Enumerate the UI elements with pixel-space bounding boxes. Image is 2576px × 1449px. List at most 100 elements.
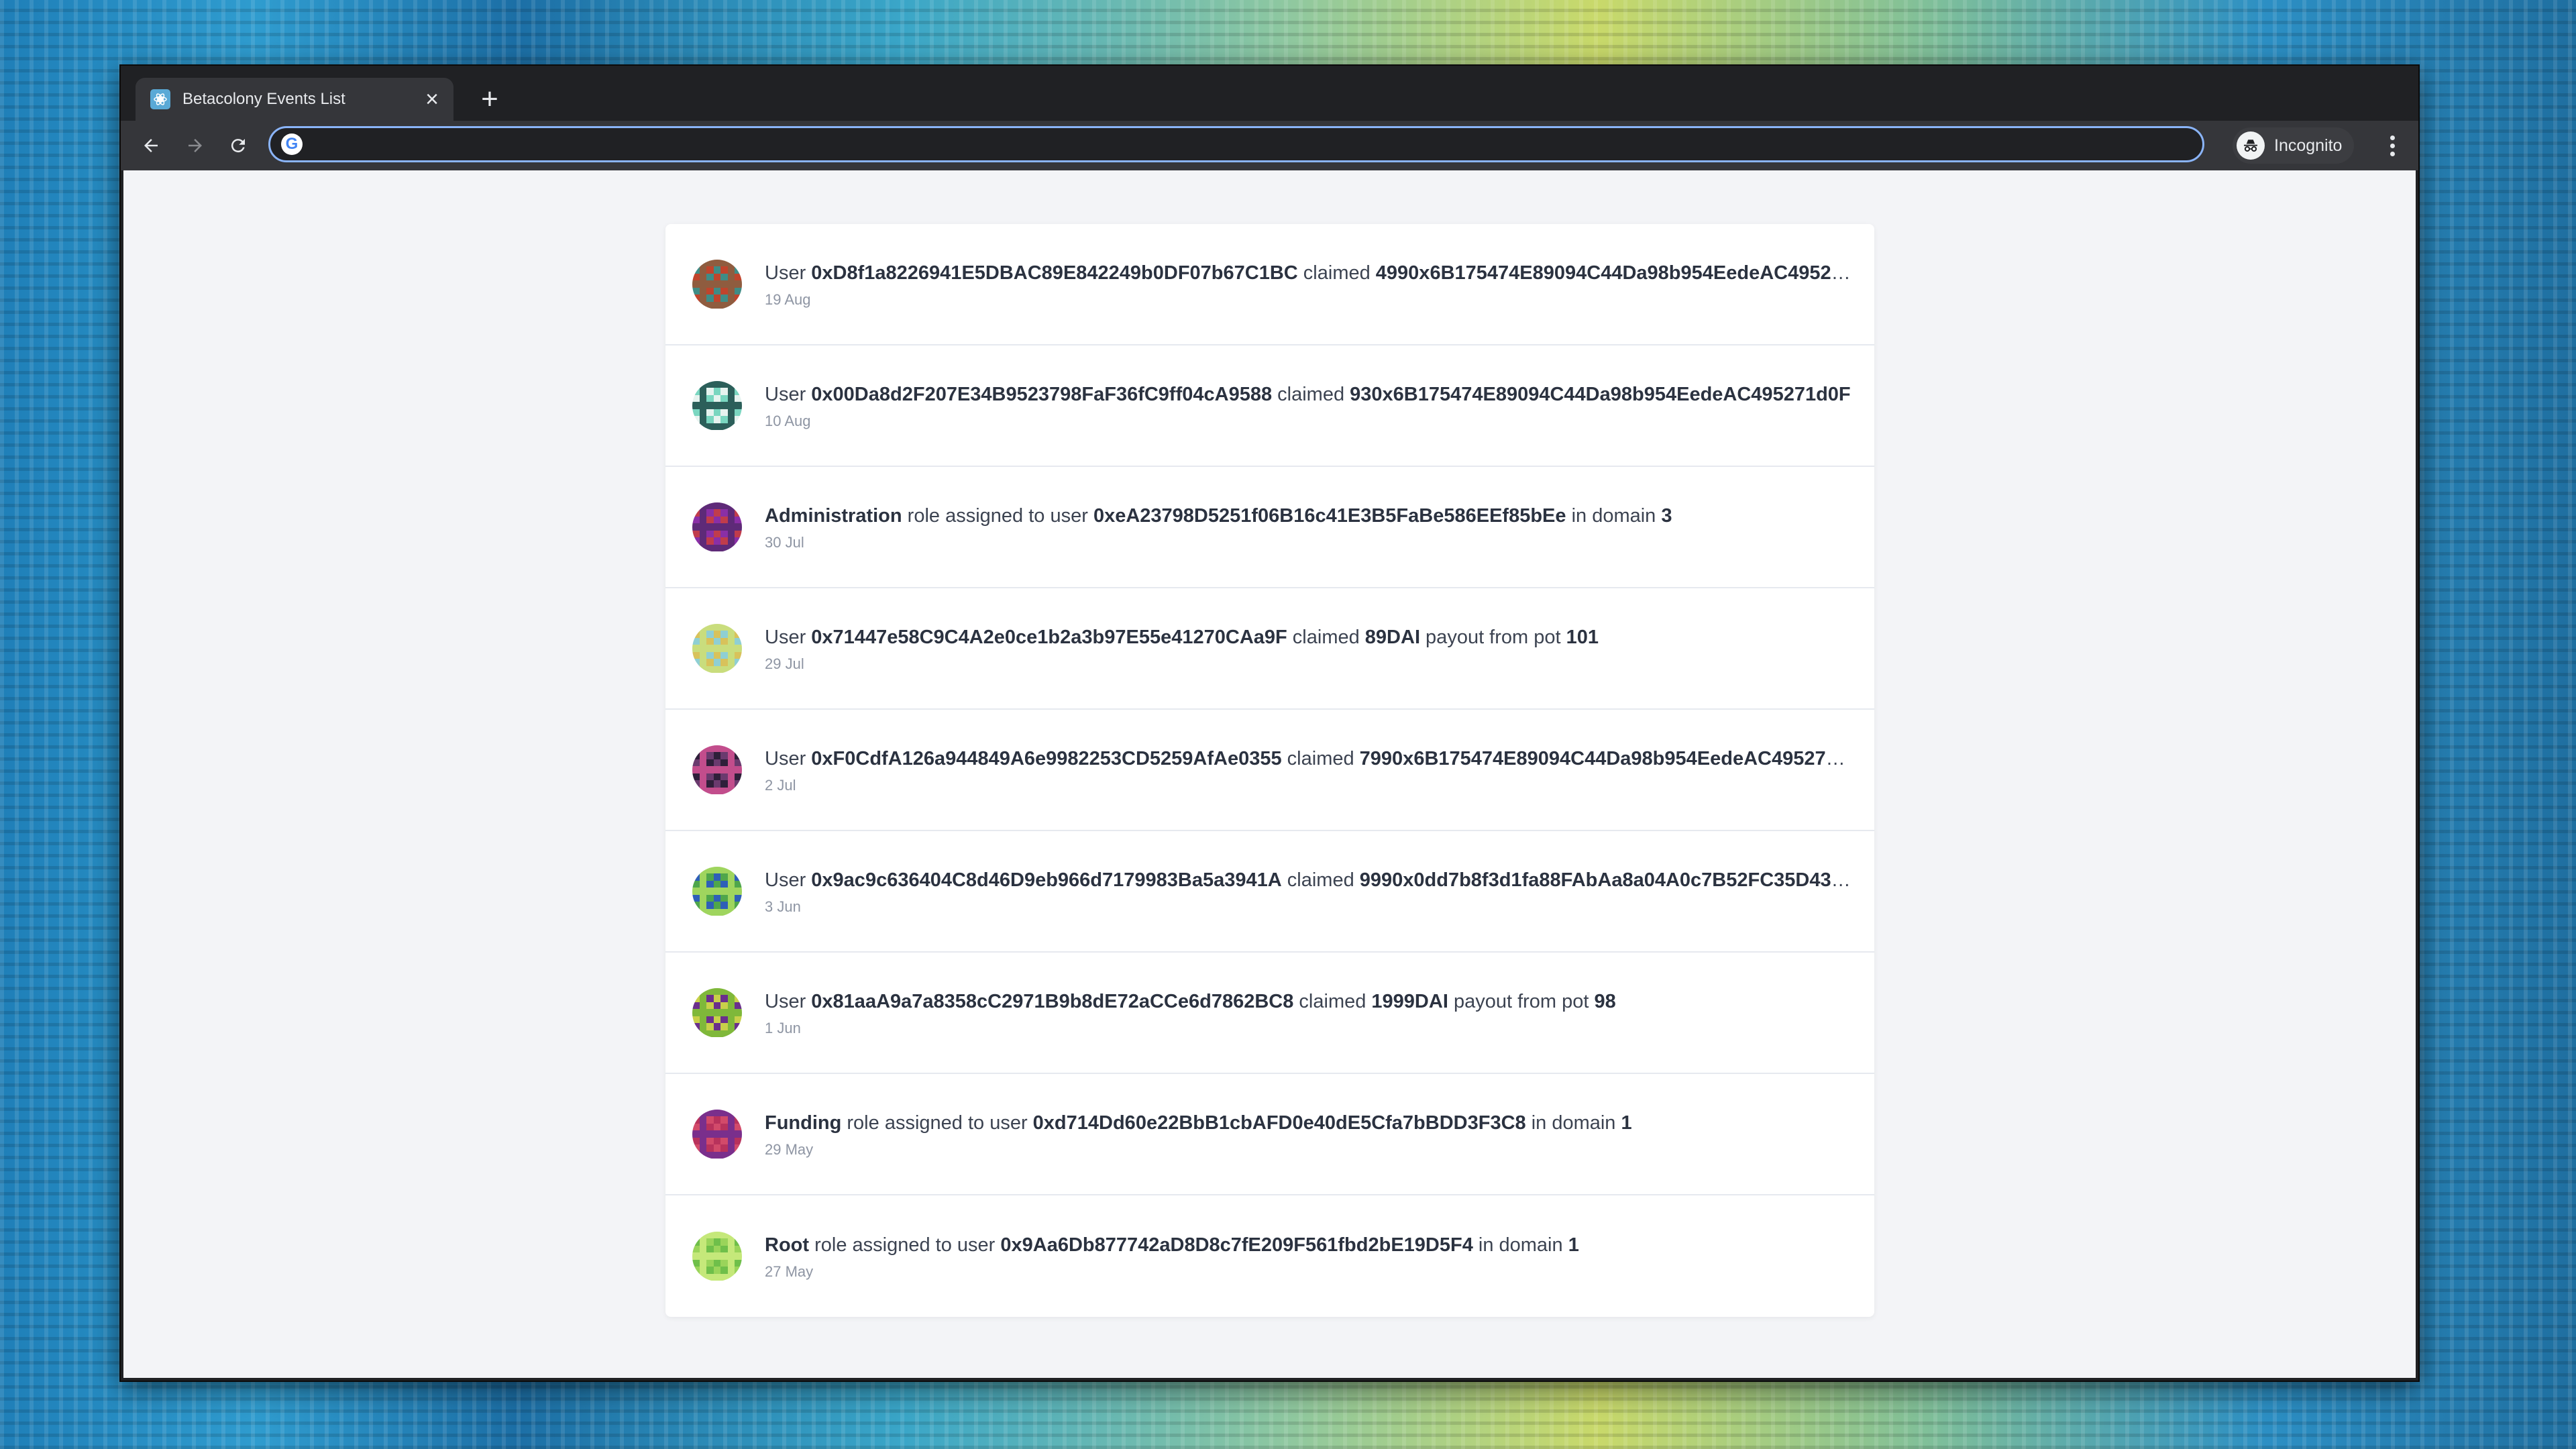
event-highlight: 1 [1568, 1234, 1579, 1256]
event-highlight: 0xD8f1a8226941E5DBAC89E842249b0DF07b67C1… [811, 262, 1298, 284]
user-avatar[interactable] [692, 866, 742, 916]
incognito-label: Incognito [2274, 136, 2343, 155]
event-highlight: 0x71447e58C9C4A2e0ce1b2a3b97E55e41270CAa… [811, 626, 1287, 648]
event-body: User 0xD8f1a8226941E5DBAC89E842249b0DF07… [765, 260, 1851, 309]
event-highlight: 0x81aaA9a7a8358cC2971B9b8dE72aCCe6d7862B… [811, 990, 1294, 1012]
event-body: Root role assigned to user 0x9Aa6Db87774… [765, 1232, 1851, 1281]
event-body: Administration role assigned to user 0xe… [765, 503, 1851, 551]
event-text-fragment: User [765, 990, 812, 1012]
event-text-fragment: in domain [1472, 1234, 1568, 1256]
event-text-fragment: role assigned to user [841, 1112, 1033, 1134]
event-description: User 0xF0CdfA126a944849A6e9982253CD5259A… [765, 746, 1851, 771]
user-avatar[interactable] [692, 987, 742, 1038]
event-highlight: Funding [765, 1112, 842, 1134]
event-highlight: 4990x6B175474E89094C44Da98b954EedeAC4952… [1375, 262, 1851, 284]
event-date: 3 Jun [765, 898, 801, 915]
event-text-fragment: claimed [1287, 626, 1365, 648]
event-highlight: 0x00Da8d2F207E34B9523798FaF36fC9ff04cA95… [811, 383, 1273, 405]
event-text-fragment: claimed [1297, 262, 1376, 284]
event-description: User 0x9ac9c636404C8d46D9eb966d7179983Ba… [765, 867, 1851, 893]
event-highlight: 0xd714Dd60e22BbB1cbAFD0e40dE5Cfa7bBDD3F3… [1032, 1112, 1526, 1134]
event-item: User 0x00Da8d2F207E34B9523798FaF36fC9ff0… [665, 345, 1874, 467]
event-text-fragment: in domain [1525, 1112, 1621, 1134]
event-text-fragment: role assigned to user [809, 1234, 1001, 1256]
event-text-fragment: claimed [1272, 383, 1350, 405]
event-description: Funding role assigned to user 0xd714Dd60… [765, 1110, 1851, 1136]
event-highlight: 930x6B175474E89094C44Da98b954EedeAC49527… [1350, 383, 1851, 405]
event-highlight: 3 [1661, 504, 1672, 527]
event-description: User 0x00Da8d2F207E34B9523798FaF36fC9ff0… [765, 382, 1851, 407]
user-avatar[interactable] [692, 745, 742, 795]
event-highlight: 0xF0CdfA126a944849A6e9982253CD5259AfAe03… [811, 747, 1282, 769]
event-highlight: 0x9ac9c636404C8d46D9eb966d7179983Ba5a394… [811, 869, 1282, 891]
user-avatar[interactable] [692, 380, 742, 431]
event-text-fragment: payout from pot [1448, 990, 1595, 1012]
event-highlight: 0x9Aa6Db877742aD8D8c7fE209F561fbd2bE19D5… [1000, 1234, 1473, 1256]
event-highlight: 98 [1594, 990, 1616, 1012]
back-button[interactable] [133, 127, 169, 164]
event-description: User 0x71447e58C9C4A2e0ce1b2a3b97E55e412… [765, 625, 1851, 650]
menu-dot-icon [2390, 135, 2395, 140]
browser-menu-button[interactable] [2379, 127, 2406, 164]
user-avatar[interactable] [692, 502, 742, 552]
close-tab-icon[interactable]: × [419, 88, 445, 111]
event-date: 27 May [765, 1263, 814, 1280]
event-text-fragment: User [765, 383, 812, 405]
event-body: User 0x81aaA9a7a8358cC2971B9b8dE72aCCe6d… [765, 989, 1851, 1037]
event-date: 1 Jun [765, 1019, 801, 1036]
favicon-icon [150, 89, 170, 109]
event-description: Root role assigned to user 0x9Aa6Db87774… [765, 1232, 1851, 1258]
incognito-icon [2237, 131, 2265, 160]
event-date: 30 Jul [765, 533, 804, 551]
event-item: Administration role assigned to user 0xe… [665, 467, 1874, 588]
event-item: User 0x81aaA9a7a8358cC2971B9b8dE72aCCe6d… [665, 953, 1874, 1074]
event-text-fragment: claimed [1281, 869, 1360, 891]
event-body: Funding role assigned to user 0xd714Dd60… [765, 1110, 1851, 1159]
tab-strip: Betacolony Events List × + [121, 66, 2418, 121]
user-avatar[interactable] [692, 1109, 742, 1159]
event-item: User 0x9ac9c636404C8d46D9eb966d7179983Ba… [665, 831, 1874, 953]
event-date: 2 Jul [765, 776, 796, 794]
event-item: User 0xD8f1a8226941E5DBAC89E842249b0DF07… [665, 224, 1874, 345]
user-avatar[interactable] [692, 259, 742, 309]
event-highlight: 7990x6B175474E89094C44Da98b954EedeAC4952… [1359, 747, 1851, 769]
address-bar[interactable]: G [268, 126, 2204, 162]
event-highlight: 89DAI [1364, 626, 1420, 648]
event-highlight: Administration [765, 504, 902, 527]
menu-dot-icon [2390, 143, 2395, 148]
event-text-fragment: User [765, 869, 812, 891]
arrow-right-icon [189, 139, 202, 152]
event-item: Funding role assigned to user 0xd714Dd60… [665, 1074, 1874, 1195]
event-text-fragment: role assigned to user [902, 504, 1093, 527]
event-text-fragment: User [765, 626, 812, 648]
user-avatar[interactable] [692, 1231, 742, 1281]
event-highlight: 0xeA23798D5251f06B16c41E3B5FaBe586EEf85b… [1093, 504, 1566, 527]
google-icon: G [281, 133, 303, 155]
reload-icon [231, 139, 245, 153]
reload-button[interactable] [220, 127, 256, 164]
event-highlight: Root [765, 1234, 810, 1256]
event-item: Root role assigned to user 0x9Aa6Db87774… [665, 1195, 1874, 1317]
event-body: User 0xF0CdfA126a944849A6e9982253CD5259A… [765, 746, 1851, 794]
event-text-fragment: User [765, 262, 812, 284]
new-tab-button[interactable]: + [471, 80, 508, 118]
event-description: User 0xD8f1a8226941E5DBAC89E842249b0DF07… [765, 260, 1851, 286]
event-text-fragment: in domain [1566, 504, 1662, 527]
address-input[interactable] [312, 133, 2202, 156]
browser-toolbar: G Incognito [121, 121, 2418, 170]
page-viewport: User 0xD8f1a8226941E5DBAC89E842249b0DF07… [123, 170, 2416, 1378]
menu-dot-icon [2390, 151, 2395, 156]
event-highlight: 1 [1621, 1112, 1632, 1134]
event-date: 19 Aug [765, 290, 811, 308]
event-text-fragment: claimed [1281, 747, 1360, 769]
user-avatar[interactable] [692, 623, 742, 674]
event-item: User 0xF0CdfA126a944849A6e9982253CD5259A… [665, 710, 1874, 831]
event-body: User 0x9ac9c636404C8d46D9eb966d7179983Ba… [765, 867, 1851, 916]
event-item: User 0x71447e58C9C4A2e0ce1b2a3b97E55e412… [665, 588, 1874, 710]
event-body: User 0x00Da8d2F207E34B9523798FaF36fC9ff0… [765, 382, 1851, 430]
arrow-left-icon [144, 139, 158, 152]
forward-button[interactable] [177, 127, 213, 164]
incognito-indicator[interactable]: Incognito [2233, 127, 2355, 164]
event-text-fragment: claimed [1293, 990, 1372, 1012]
tab-betacolony-events[interactable]: Betacolony Events List × [136, 78, 453, 121]
